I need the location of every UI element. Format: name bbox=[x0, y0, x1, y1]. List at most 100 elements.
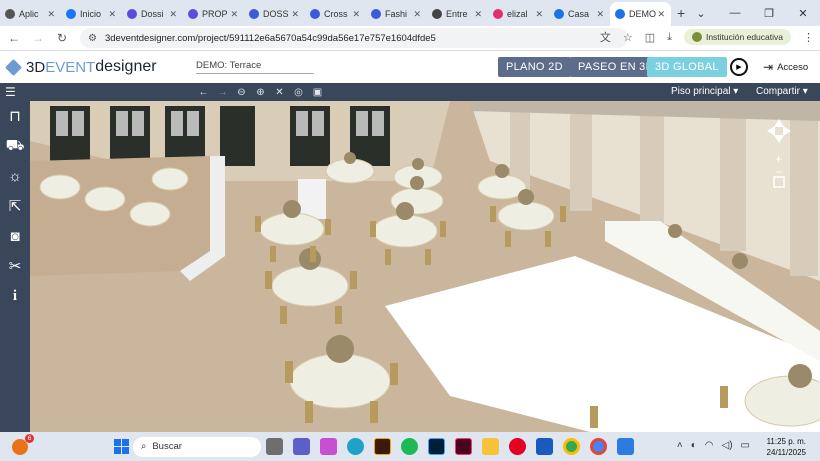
zoom-in-icon[interactable]: ⊕ bbox=[255, 87, 266, 98]
back-button[interactable]: ← bbox=[4, 31, 24, 45]
zoom-out-icon[interactable]: ⊖ bbox=[236, 87, 247, 98]
forward-button[interactable]: → bbox=[28, 31, 48, 45]
indesign-icon[interactable] bbox=[455, 438, 472, 455]
wifi-icon[interactable]: ◠ bbox=[705, 440, 714, 451]
instagram-icon bbox=[493, 9, 503, 19]
3d-viewport[interactable]: + – bbox=[30, 101, 820, 432]
sofa-icon[interactable]: ⛟ bbox=[0, 131, 30, 161]
redo-icon[interactable]: → bbox=[217, 87, 228, 98]
center-view-icon[interactable]: ◎ bbox=[293, 87, 304, 98]
browser-tab-10[interactable]: DEMO ✕ bbox=[610, 2, 671, 26]
browser-tab-7[interactable]: Entre ✕ bbox=[427, 2, 488, 26]
floor-dropdown[interactable]: Piso principal ▾ bbox=[671, 86, 738, 97]
tab-label: PROP bbox=[202, 9, 228, 19]
undo-icon[interactable]: ← bbox=[198, 87, 209, 98]
chevron-down-icon[interactable]: ⌄ bbox=[684, 7, 718, 20]
caret-down-icon: ▾ bbox=[733, 86, 739, 97]
app-tray-icon[interactable]: ◐ bbox=[691, 440, 697, 451]
spotify-icon[interactable] bbox=[401, 438, 418, 455]
view-tools: ← → ⊖ ⊕ ✕ ◎ ▣ bbox=[198, 87, 323, 98]
maximize-button[interactable]: ❐ bbox=[752, 7, 786, 20]
furniture-icon[interactable]: ⊓ bbox=[0, 101, 30, 131]
edge-icon[interactable] bbox=[347, 438, 364, 455]
tab-label: Entre bbox=[446, 9, 468, 19]
app-icon[interactable] bbox=[617, 438, 634, 455]
global-3d-button[interactable]: 3D GLOBAL bbox=[647, 57, 727, 77]
bookmark-star-icon[interactable]: ☆ bbox=[623, 31, 633, 44]
site-info-icon[interactable]: ⚙ bbox=[88, 33, 97, 44]
start-button[interactable] bbox=[114, 439, 129, 454]
file-explorer-icon[interactable] bbox=[482, 438, 499, 455]
search-placeholder: Buscar bbox=[152, 441, 182, 452]
tab-label: Fashi bbox=[385, 9, 408, 19]
profile-button[interactable]: Institución educativa bbox=[683, 29, 791, 45]
url-field[interactable]: ⚙ 3deventdesigner.com/project/591112e6a5… bbox=[80, 28, 628, 48]
extensions-icon[interactable]: ◫ bbox=[645, 31, 655, 44]
download-icon[interactable]: ⤓ bbox=[667, 31, 672, 44]
minimize-button[interactable]: — bbox=[718, 7, 752, 19]
illustrator-icon[interactable] bbox=[374, 438, 391, 455]
browser-tab-3[interactable]: PROP ✕ bbox=[183, 2, 244, 26]
close-tab-icon[interactable]: ✕ bbox=[413, 9, 421, 20]
app-logo[interactable]: 3D EVENT designer bbox=[5, 58, 157, 76]
word-icon[interactable] bbox=[536, 438, 553, 455]
play-button[interactable]: ▶ bbox=[730, 58, 748, 76]
chrome-icon[interactable] bbox=[563, 438, 580, 455]
project-name-field[interactable]: DEMO: Terrace bbox=[196, 60, 314, 74]
hamburger-menu-icon[interactable]: ☰ bbox=[5, 86, 18, 98]
reload-button[interactable]: ↻ bbox=[52, 31, 72, 45]
close-tab-icon[interactable]: ✕ bbox=[535, 9, 543, 20]
fit-view-icon[interactable]: ✕ bbox=[274, 87, 285, 98]
teams-icon[interactable] bbox=[293, 438, 310, 455]
photoshop-icon[interactable] bbox=[428, 438, 445, 455]
tools-icon[interactable]: ✂ bbox=[0, 251, 30, 281]
clock-date: 24/11/2025 bbox=[766, 448, 806, 457]
screenshot-icon[interactable]: ▣ bbox=[312, 87, 323, 98]
close-tab-icon[interactable]: ✕ bbox=[108, 9, 116, 20]
browser-tab-9[interactable]: Casa ✕ bbox=[549, 2, 610, 26]
close-tab-icon[interactable]: ✕ bbox=[657, 9, 665, 20]
login-button[interactable]: ⇥ Acceso bbox=[763, 60, 808, 74]
close-tab-icon[interactable]: ✕ bbox=[352, 9, 360, 20]
taskbar-search[interactable]: ⌕ Buscar bbox=[133, 436, 261, 457]
export-icon[interactable]: ⇱ bbox=[0, 191, 30, 221]
close-tab-icon[interactable]: ✕ bbox=[169, 9, 177, 20]
doc-icon bbox=[432, 9, 442, 19]
system-clock[interactable]: 11:25 p. m. 24/11/2025 bbox=[767, 436, 806, 458]
scene-render: + – bbox=[30, 101, 820, 432]
tab-label: Aplic bbox=[19, 9, 39, 19]
close-tab-icon[interactable]: ✕ bbox=[596, 9, 604, 20]
speaker-icon[interactable]: ◁) bbox=[722, 440, 733, 451]
translate-icon[interactable]: 文 bbox=[600, 29, 611, 45]
close-tab-icon[interactable]: ✕ bbox=[47, 9, 55, 20]
close-tab-icon[interactable]: ✕ bbox=[474, 9, 482, 20]
camera-icon[interactable]: ◙ bbox=[0, 221, 30, 251]
shield-icon bbox=[188, 9, 198, 19]
browser-tab-8[interactable]: elizal ✕ bbox=[488, 2, 549, 26]
task-view-icon[interactable] bbox=[266, 438, 283, 455]
light-icon[interactable]: ☼ bbox=[0, 161, 30, 191]
browser-tab-1[interactable]: Inicio ✕ bbox=[61, 2, 122, 26]
chevron-up-icon[interactable]: ˄ bbox=[677, 440, 683, 451]
more-menu-icon[interactable]: ⋮ bbox=[803, 31, 814, 44]
close-tab-icon[interactable]: ✕ bbox=[291, 9, 299, 20]
logo-suffix: designer bbox=[95, 58, 157, 75]
close-tab-icon[interactable]: ✕ bbox=[230, 9, 238, 20]
weather-widget-icon[interactable]: 6 bbox=[12, 433, 34, 455]
share-dropdown[interactable]: Compartir ▾ bbox=[756, 86, 808, 97]
browser-tab-5[interactable]: Cross ✕ bbox=[305, 2, 366, 26]
browser-tab-0[interactable]: Aplic ✕ bbox=[0, 2, 61, 26]
copilot-icon[interactable] bbox=[320, 438, 337, 455]
pinterest-icon[interactable] bbox=[509, 438, 526, 455]
browser-tab-4[interactable]: DOSS ✕ bbox=[244, 2, 305, 26]
browser-tab-6[interactable]: Fashi ✕ bbox=[366, 2, 427, 26]
browser-tab-2[interactable]: Dossi ✕ bbox=[122, 2, 183, 26]
window-controls: ⌄ — ❐ ✕ bbox=[684, 0, 820, 26]
close-window-button[interactable]: ✕ bbox=[786, 7, 820, 20]
battery-icon[interactable]: ▭ bbox=[741, 440, 750, 451]
info-icon[interactable]: i bbox=[0, 281, 30, 311]
chrome-active-icon[interactable] bbox=[590, 438, 607, 455]
svg-text:–: – bbox=[776, 164, 783, 178]
plano-2d-button[interactable]: PLANO 2D bbox=[498, 57, 571, 77]
tab-strip: Aplic ✕ Inicio ✕ Dossi ✕ PROP ✕ DOSS ✕ Cross ✕ Fashi… bbox=[0, 0, 671, 26]
